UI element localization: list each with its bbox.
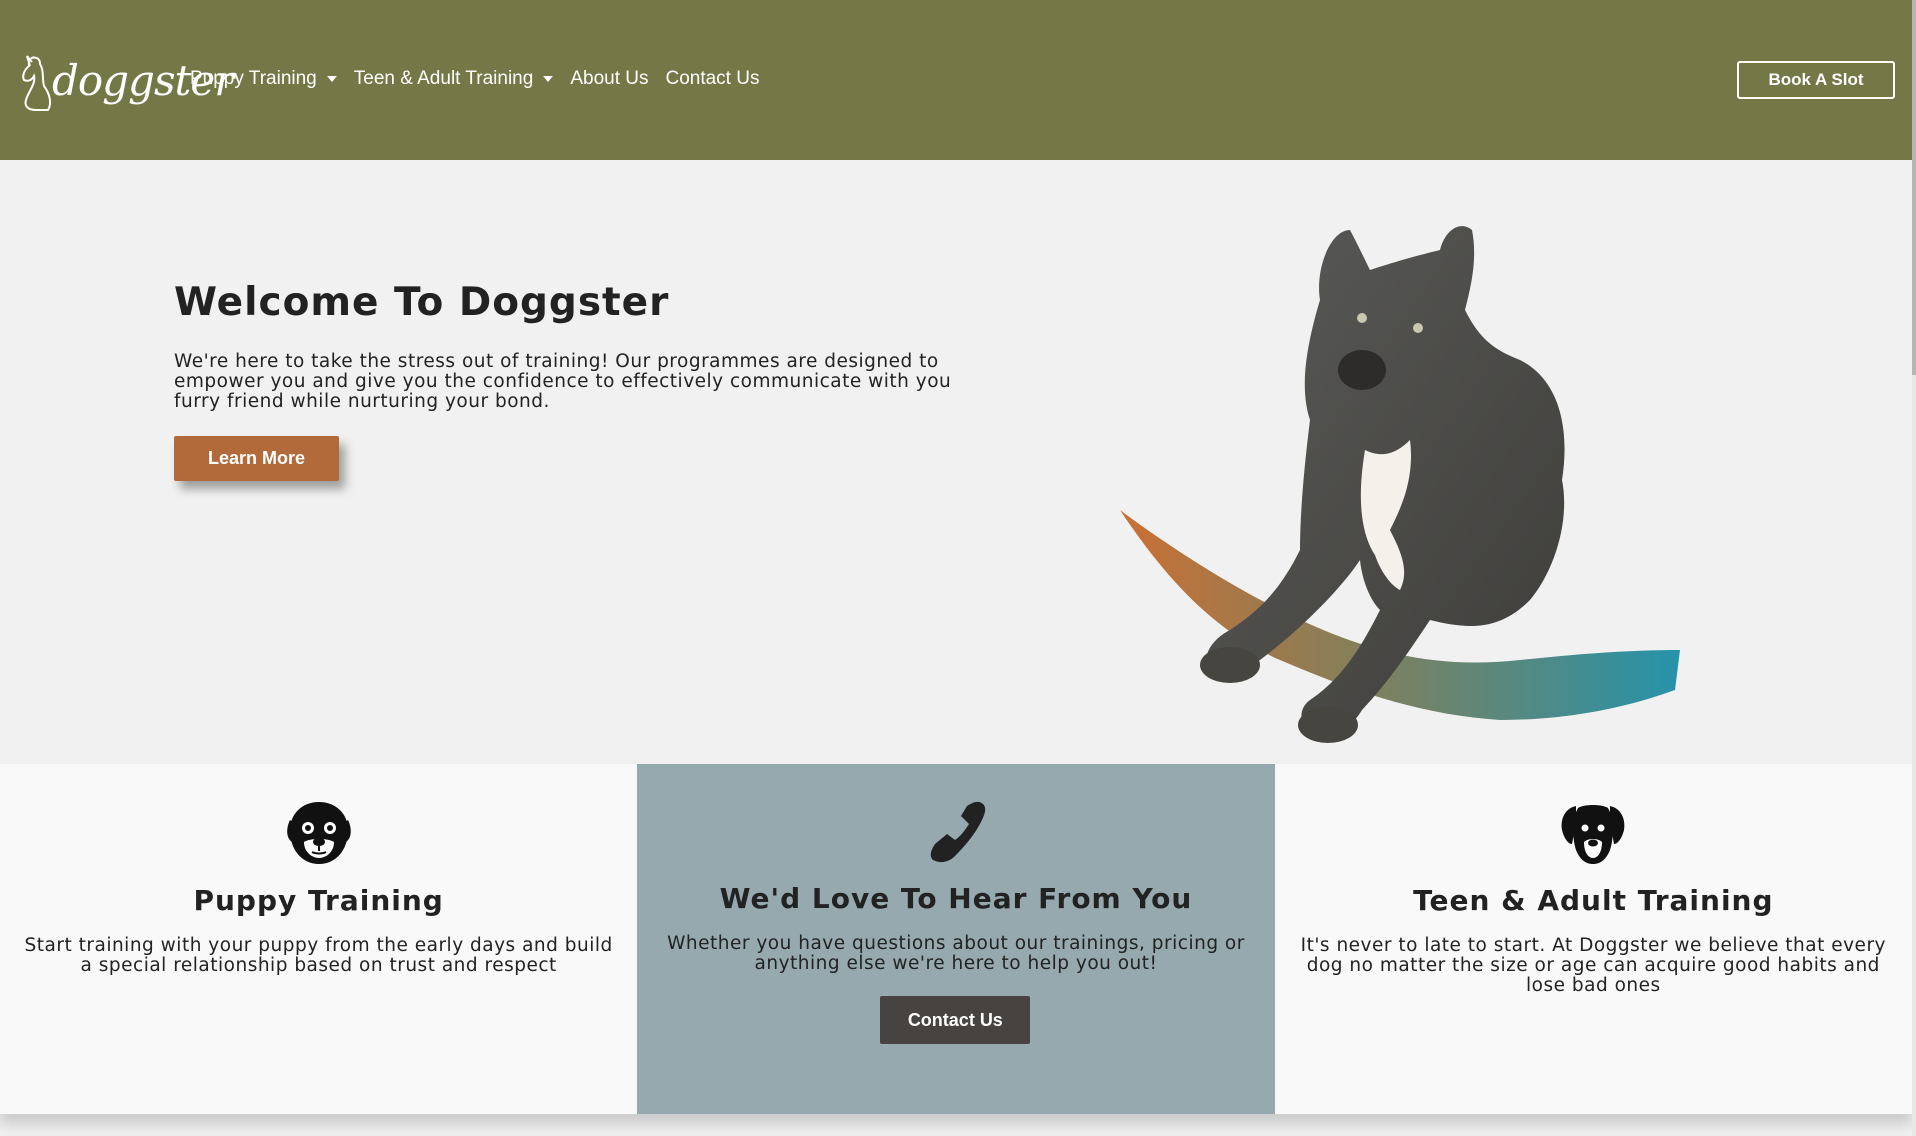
nav-puppy-training[interactable]: Puppy Training <box>190 68 337 90</box>
nav-contact-us[interactable]: Contact Us <box>665 68 759 90</box>
nav-teen-adult-training-label: Teen & Adult Training <box>353 68 534 89</box>
caret-down-icon <box>543 76 554 82</box>
nav-about-us-label: About Us <box>570 68 649 89</box>
card-contact: We'd Love To Hear From You Whether you h… <box>637 764 1275 1114</box>
nav-contact-us-label: Contact Us <box>665 68 760 89</box>
card-puppy-training[interactable]: Puppy Training Start training with your … <box>0 764 638 1114</box>
contact-us-button[interactable]: Contact Us <box>880 996 1031 1044</box>
hero-description: We're here to take the stress out of tra… <box>174 351 952 412</box>
feature-cards: Puppy Training Start training with your … <box>0 764 1912 1114</box>
hero-title: Welcome To Doggster <box>174 280 670 325</box>
card-title: We'd Love To Hear From You <box>719 882 1193 915</box>
card-title: Puppy Training <box>193 884 444 917</box>
nav-puppy-training-label: Puppy Training <box>190 68 317 89</box>
caret-down-icon <box>326 76 337 82</box>
scrollbar-thumb[interactable] <box>1912 0 1916 375</box>
card-text: Start training with your puppy from the … <box>24 935 613 976</box>
card-text: It's never to late to start. At Doggster… <box>1300 935 1886 996</box>
page-scrollbar[interactable] <box>1912 0 1916 1136</box>
card-text: Whether you have questions about our tra… <box>667 933 1245 974</box>
main-nav: Puppy Training Teen & Adult Training Abo… <box>190 68 776 90</box>
learn-more-button[interactable]: Learn More <box>174 436 339 481</box>
dog-face-icon <box>1561 805 1625 864</box>
book-a-slot-button[interactable]: Book A Slot <box>1737 61 1895 99</box>
dog-hero-image <box>1120 226 1680 743</box>
brand-logo[interactable]: doggster <box>14 50 234 116</box>
card-title: Teen & Adult Training <box>1413 884 1774 917</box>
pug-face-icon <box>286 802 351 864</box>
navbar: doggster Puppy Training Teen & Adult Tra… <box>0 0 1912 160</box>
phone-icon <box>930 801 986 863</box>
card-teen-adult-training[interactable]: Teen & Adult Training It's never to late… <box>1274 764 1912 1114</box>
nav-about-us[interactable]: About Us <box>570 68 648 90</box>
nav-teen-adult-training[interactable]: Teen & Adult Training <box>354 68 554 90</box>
